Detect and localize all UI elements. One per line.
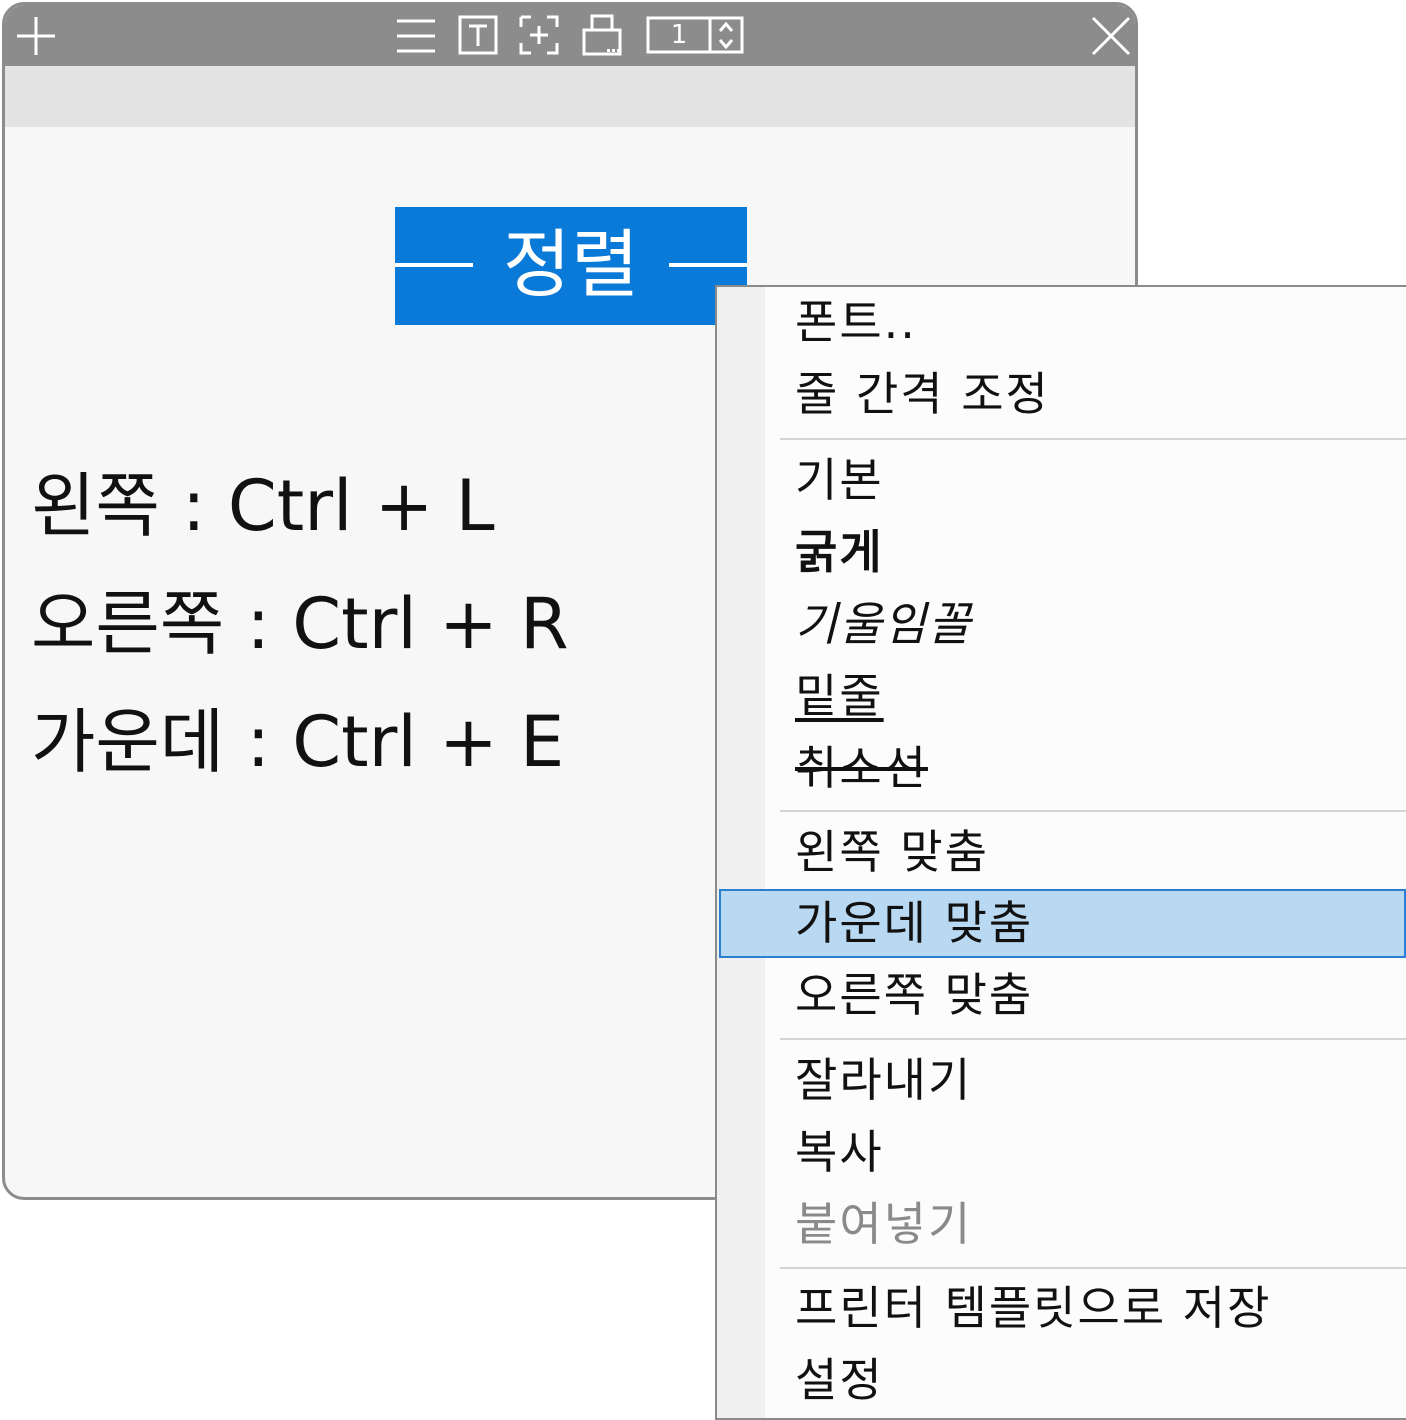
menu-item-strikethrough[interactable]: 취소선 bbox=[795, 735, 928, 801]
text-icon[interactable] bbox=[458, 13, 498, 59]
menu-separator bbox=[780, 438, 1406, 440]
menu-separator bbox=[780, 1267, 1406, 1269]
menu-item-paste: 붙여넣기 bbox=[795, 1197, 973, 1251]
title-bar: 1 bbox=[5, 5, 1135, 66]
plus-icon[interactable] bbox=[13, 13, 59, 59]
menu-item-underline[interactable]: 밑줄 bbox=[795, 663, 884, 729]
menu-item-bold[interactable]: 굵게 bbox=[795, 519, 884, 585]
sub-toolbar bbox=[5, 66, 1135, 127]
menu-item-regular[interactable]: 기본 bbox=[795, 447, 884, 513]
menu-item-align-left[interactable]: 왼쪽 맞춤 bbox=[795, 819, 989, 885]
menu-item-align-right[interactable]: 오른쪽 맞춤 bbox=[795, 962, 1033, 1028]
selection-icon[interactable] bbox=[519, 13, 559, 59]
menu-separator bbox=[780, 1038, 1406, 1040]
page-number: 1 bbox=[670, 20, 688, 50]
heading-text: 정렬 bbox=[502, 222, 640, 308]
menu-item-italic[interactable]: 기울임꼴 bbox=[795, 591, 972, 657]
menu-item-line-spacing[interactable]: 줄 간격 조정 bbox=[795, 361, 1050, 427]
menu-item-save-printer-template[interactable]: 프린터 템플릿으로 저장 bbox=[795, 1275, 1271, 1341]
shortcut-left: 왼쪽 : Ctrl + L bbox=[31, 465, 495, 547]
context-menu: 폰트.. 줄 간격 조정 기본 굵게 기울임꼴 밑줄 취소선 왼쪽 맞춤 가운데… bbox=[715, 285, 1406, 1420]
menu-icon[interactable] bbox=[395, 13, 437, 59]
menu-item-font[interactable]: 폰트.. bbox=[795, 289, 917, 355]
close-icon[interactable] bbox=[1089, 13, 1133, 59]
menu-gutter bbox=[717, 287, 765, 1418]
menu-item-settings[interactable]: 설정 bbox=[795, 1347, 884, 1413]
menu-item-cut[interactable]: 잘라내기 bbox=[795, 1047, 972, 1113]
heading-block: 정렬 bbox=[395, 207, 747, 325]
shortcut-right: 오른쪽 : Ctrl + R bbox=[31, 583, 569, 665]
page-stepper[interactable]: 1 bbox=[646, 13, 744, 59]
menu-item-align-center[interactable]: 가운데 맞춤 bbox=[795, 890, 1033, 956]
printer-icon[interactable] bbox=[582, 13, 624, 59]
shortcut-center: 가운데 : Ctrl + E bbox=[31, 701, 565, 783]
menu-separator bbox=[780, 810, 1406, 812]
menu-item-copy[interactable]: 복사 bbox=[795, 1119, 884, 1185]
